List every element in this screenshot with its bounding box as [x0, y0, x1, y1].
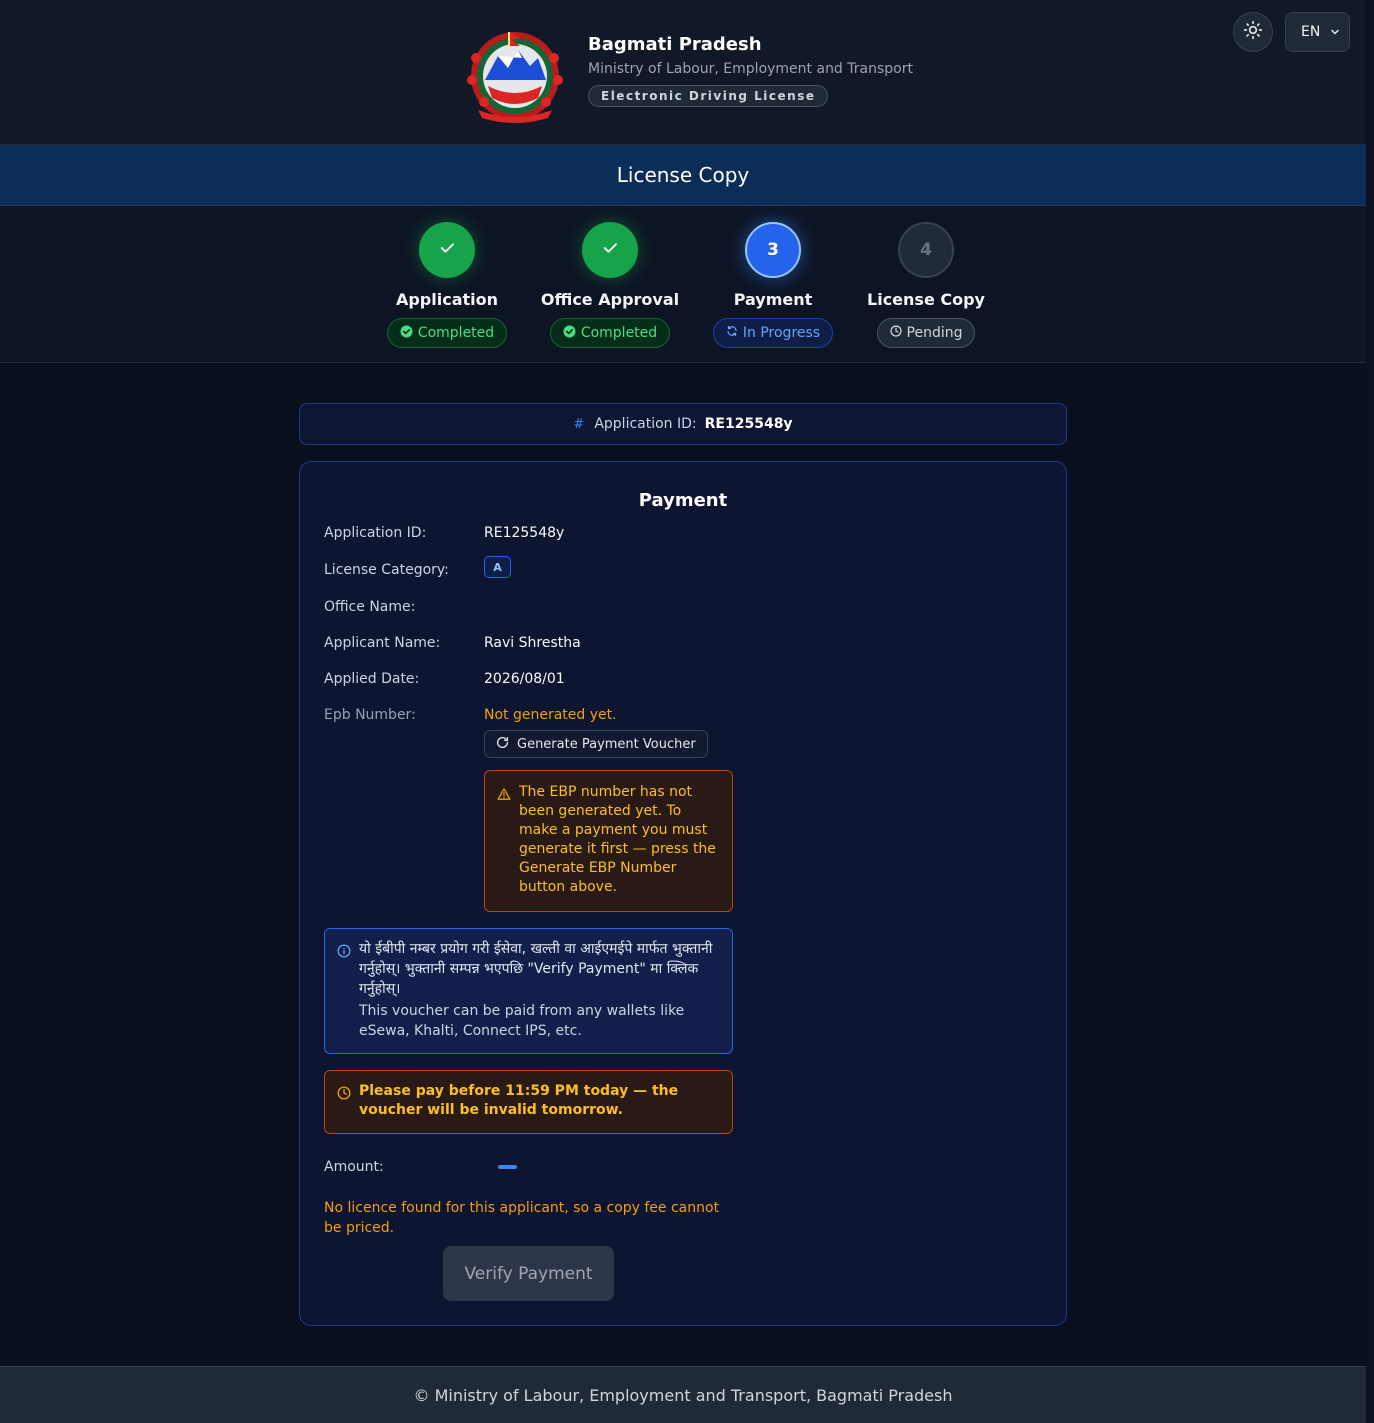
- amount-placeholder-dash: [498, 1165, 517, 1169]
- step-label: Office Approval: [540, 290, 680, 309]
- refresh-icon: [496, 736, 509, 753]
- deadline-text: Please pay before 11:59 PM today — the v…: [359, 1083, 679, 1118]
- site-header: Bagmati Pradesh Ministry of Labour, Empl…: [0, 0, 1366, 145]
- ebp-warning-alert: The EBP number has not been generated ye…: [484, 770, 733, 912]
- payment-card: Payment Application ID: RE125548y Licens…: [299, 461, 1067, 1326]
- row-label: Epb Number:: [324, 707, 416, 723]
- row-value: RE125548y: [484, 525, 565, 541]
- refresh-icon: [726, 325, 738, 341]
- check-circle-icon: [400, 325, 413, 342]
- check-circle-icon: [563, 325, 576, 342]
- step-payment: 3 Payment In Progress: [693, 222, 853, 348]
- row-value: 2026/08/01: [484, 671, 565, 687]
- step-marker: 4: [898, 222, 954, 278]
- theme-toggle-button[interactable]: [1233, 12, 1273, 52]
- clock-icon: [889, 325, 902, 341]
- step-status-badge: Completed: [549, 318, 671, 348]
- application-id-label: Application ID:: [594, 416, 697, 432]
- step-status-badge: Pending: [876, 318, 976, 348]
- info-english-text: This voucher can be paid from any wallet…: [359, 1003, 685, 1039]
- brand-text: Bagmati Pradesh Ministry of Labour, Empl…: [588, 34, 913, 107]
- row-label: Amount:: [324, 1159, 384, 1175]
- step-marker: [419, 222, 475, 278]
- brand-subtitle: Ministry of Labour, Employment and Trans…: [588, 61, 913, 77]
- footer-text: © Ministry of Labour, Employment and Tra…: [413, 1385, 953, 1405]
- language-select[interactable]: EN: [1285, 12, 1350, 52]
- category-badge: A: [484, 556, 511, 578]
- warning-triangle-icon: [497, 787, 511, 807]
- nepal-emblem-logo: [458, 28, 572, 124]
- step-office-approval: Office Approval Completed: [530, 222, 690, 348]
- ebp-warning-text: The EBP number has not been generated ye…: [519, 784, 716, 895]
- row-label: Application ID:: [324, 525, 427, 541]
- step-status-text: In Progress: [742, 325, 821, 341]
- brand-title: Bagmati Pradesh: [588, 34, 762, 55]
- row-value: Not generated yet.: [484, 707, 617, 723]
- scrollbar-track: [1366, 0, 1374, 1423]
- step-status-text: Completed: [417, 325, 495, 341]
- generate-voucher-button[interactable]: Generate Payment Voucher: [484, 730, 708, 758]
- hash-icon: #: [573, 416, 585, 432]
- info-nepali-text: यो ईबीपी नम्बर प्रयोग गरी ईसेवा, खल्ती व…: [359, 941, 713, 997]
- row-value: Ravi Shrestha: [484, 635, 581, 651]
- page-title-bar: License Copy: [0, 145, 1366, 206]
- step-status-badge: Completed: [386, 318, 508, 348]
- step-marker: 3: [745, 222, 801, 278]
- deadline-alert: Please pay before 11:59 PM today — the v…: [324, 1070, 733, 1134]
- generate-voucher-label: Generate Payment Voucher: [517, 736, 696, 752]
- page-title: License Copy: [616, 163, 750, 187]
- service-pill: Electronic Driving License: [588, 85, 829, 107]
- step-license-copy: 4 License Copy Pending: [846, 222, 1006, 348]
- application-id-value: RE125548y: [704, 416, 793, 432]
- info-icon: [337, 944, 351, 964]
- brand: Bagmati Pradesh Ministry of Labour, Empl…: [458, 28, 913, 124]
- step-label: Payment: [733, 290, 813, 309]
- application-id-bar: # Application ID: RE125548y: [299, 403, 1067, 445]
- page: Bagmati Pradesh Ministry of Labour, Empl…: [0, 0, 1366, 1423]
- chevron-down-icon: [1329, 26, 1341, 42]
- sun-icon: [1243, 20, 1263, 44]
- payment-info-alert: यो ईबीपी नम्बर प्रयोग गरी ईसेवा, खल्ती व…: [324, 928, 733, 1054]
- clock-icon: [337, 1086, 351, 1106]
- row-label: License Category:: [324, 562, 449, 578]
- language-value: EN: [1301, 24, 1321, 40]
- verify-payment-button[interactable]: Verify Payment: [443, 1246, 614, 1301]
- row-label: Applicant Name:: [324, 635, 441, 651]
- step-application: Application Completed: [367, 222, 527, 348]
- no-licence-notice: No licence found for this applicant, so …: [324, 1200, 720, 1236]
- row-label: Applied Date:: [324, 671, 420, 687]
- step-status-text: Completed: [580, 325, 658, 341]
- step-marker: [582, 222, 638, 278]
- step-status-text: Pending: [906, 325, 963, 341]
- site-footer: © Ministry of Labour, Employment and Tra…: [0, 1366, 1366, 1423]
- row-label: Office Name:: [324, 599, 416, 615]
- progress-stepper: Application Completed Office Approval Co…: [0, 206, 1366, 363]
- payment-title: Payment: [638, 490, 728, 511]
- step-label: License Copy: [867, 290, 985, 309]
- check-icon: [438, 239, 456, 262]
- step-label: Application: [395, 290, 499, 309]
- step-status-badge: In Progress: [712, 318, 834, 348]
- check-icon: [601, 239, 619, 262]
